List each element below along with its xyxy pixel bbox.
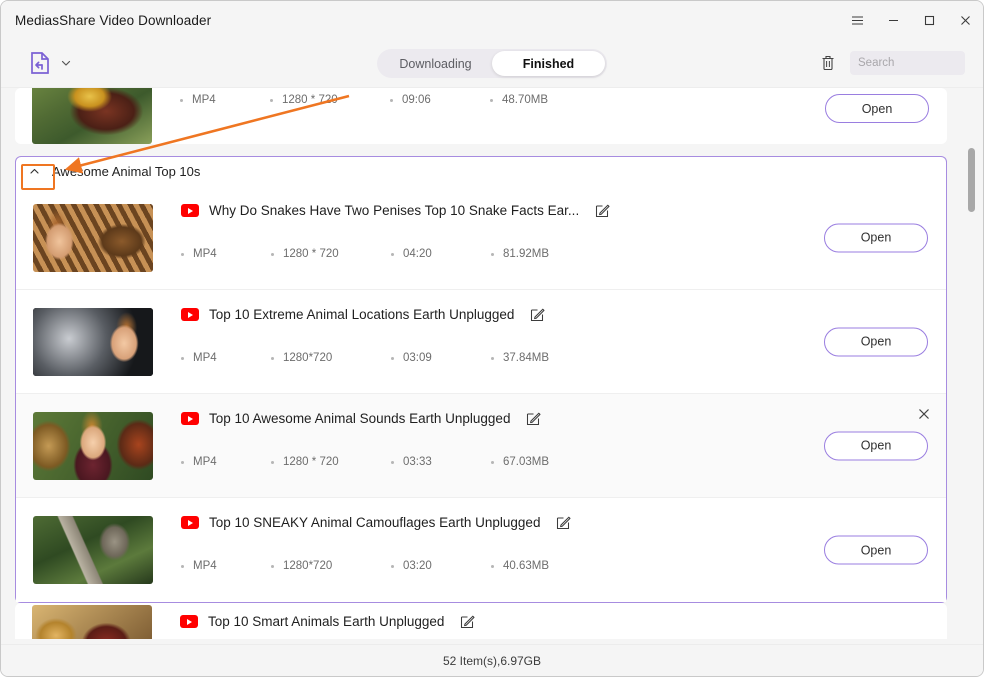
status-text: 52 Item(s),6.97GB (443, 654, 541, 668)
maximize-icon[interactable] (911, 1, 947, 39)
open-button[interactable]: Open (825, 94, 929, 123)
group-title: Awesome Animal Top 10s (52, 164, 200, 179)
tab-finished[interactable]: Finished (492, 51, 605, 76)
tab-downloading[interactable]: Downloading (379, 51, 492, 76)
video-title: Top 10 SNEAKY Animal Camouflages Earth U… (209, 515, 540, 530)
video-thumbnail (33, 204, 153, 272)
video-title: Top 10 Smart Animals Earth Unplugged (208, 614, 444, 629)
trash-icon[interactable] (820, 54, 836, 72)
status-bar: 52 Item(s),6.97GB (1, 644, 983, 676)
file-convert-icon[interactable] (29, 51, 51, 75)
video-thumbnail (33, 516, 153, 584)
meta-size: 40.63MB (503, 560, 549, 572)
youtube-icon (181, 516, 199, 529)
video-title: Top 10 Awesome Animal Sounds Earth Unplu… (209, 411, 510, 426)
video-meta: MP4 1280 * 720 09:06 48.70MB (180, 94, 548, 106)
table-row[interactable]: Top 10 Extreme Animal Locations Earth Un… (16, 290, 946, 394)
toolbar: Downloading Finished (1, 39, 983, 88)
meta-duration: 03:20 (403, 560, 432, 572)
meta-resolution: 1280 * 720 (283, 248, 339, 260)
video-title-row: Top 10 Awesome Animal Sounds Earth Unplu… (181, 411, 541, 426)
menu-icon[interactable] (839, 1, 875, 39)
meta-resolution: 1280*720 (283, 352, 332, 364)
meta-resolution: 1280 * 720 (282, 94, 338, 106)
chevron-down-icon[interactable] (60, 57, 72, 69)
video-thumbnail (33, 412, 153, 480)
open-button[interactable]: Open (824, 431, 928, 460)
list-item[interactable]: MP4 1280 * 720 09:06 48.70MB Open (15, 88, 947, 144)
open-button[interactable]: Open (824, 536, 928, 565)
video-title: Top 10 Extreme Animal Locations Earth Un… (209, 307, 514, 322)
close-icon[interactable] (947, 1, 983, 39)
video-title: Why Do Snakes Have Two Penises Top 10 Sn… (209, 203, 579, 218)
video-meta: MP4 1280*720 03:20 40.63MB (181, 560, 549, 572)
table-row[interactable]: Why Do Snakes Have Two Penises Top 10 Sn… (16, 186, 946, 290)
toolbar-left (1, 51, 72, 75)
meta-resolution: 1280*720 (283, 560, 332, 572)
meta-format: MP4 (193, 248, 217, 260)
meta-duration: 04:20 (403, 248, 432, 260)
table-row[interactable]: Top 10 Awesome Animal Sounds Earth Unplu… (16, 394, 946, 498)
youtube-icon (180, 615, 198, 628)
scrollbar-thumb[interactable] (968, 148, 975, 212)
app-title: MediasShare Video Downloader (15, 13, 211, 28)
meta-size: 81.92MB (503, 248, 549, 260)
app-window: MediasShare Video Downloader (0, 0, 984, 677)
remove-item-icon[interactable] (916, 406, 932, 422)
video-title-row: Top 10 Smart Animals Earth Unplugged (180, 614, 475, 629)
edit-icon[interactable] (526, 411, 541, 426)
video-title-row: Top 10 SNEAKY Animal Camouflages Earth U… (181, 515, 571, 530)
tab-switch: Downloading Finished (377, 49, 607, 78)
edit-icon[interactable] (530, 307, 545, 322)
search-input[interactable] (850, 51, 965, 75)
open-button[interactable]: Open (824, 223, 928, 252)
toolbar-right (820, 51, 965, 75)
meta-duration: 09:06 (402, 94, 431, 106)
meta-format: MP4 (193, 560, 217, 572)
youtube-icon (181, 204, 199, 217)
meta-resolution: 1280 * 720 (283, 456, 339, 468)
video-thumbnail (32, 605, 152, 639)
video-title-row: Why Do Snakes Have Two Penises Top 10 Sn… (181, 203, 610, 218)
youtube-icon (181, 412, 199, 425)
table-row[interactable]: Top 10 SNEAKY Animal Camouflages Earth U… (16, 498, 946, 602)
video-meta: MP4 1280*720 03:09 37.84MB (181, 352, 549, 364)
video-thumbnail (32, 88, 152, 144)
video-meta: MP4 1280 * 720 04:20 81.92MB (181, 248, 549, 260)
group-header[interactable]: Awesome Animal Top 10s (15, 156, 947, 186)
meta-format: MP4 (193, 456, 217, 468)
meta-size: 37.84MB (503, 352, 549, 364)
minimize-icon[interactable] (875, 1, 911, 39)
title-bar: MediasShare Video Downloader (1, 1, 983, 39)
scrollbar[interactable] (967, 88, 976, 644)
edit-icon[interactable] (460, 614, 475, 629)
video-meta: MP4 1280 * 720 03:33 67.03MB (181, 456, 549, 468)
meta-duration: 03:09 (403, 352, 432, 364)
meta-format: MP4 (192, 94, 216, 106)
list-inner: MP4 1280 * 720 09:06 48.70MB Open Awesom… (1, 88, 961, 639)
open-button[interactable]: Open (824, 327, 928, 356)
download-list: MP4 1280 * 720 09:06 48.70MB Open Awesom… (1, 88, 983, 644)
video-title-row: Top 10 Extreme Animal Locations Earth Un… (181, 307, 545, 322)
list-item[interactable]: Top 10 Smart Animals Earth Unplugged (15, 603, 947, 639)
edit-icon[interactable] (595, 203, 610, 218)
video-thumbnail (33, 308, 153, 376)
youtube-icon (181, 308, 199, 321)
group-collapse-chevron[interactable] (16, 158, 52, 186)
meta-format: MP4 (193, 352, 217, 364)
edit-icon[interactable] (556, 515, 571, 530)
meta-size: 48.70MB (502, 94, 548, 106)
meta-size: 67.03MB (503, 456, 549, 468)
meta-duration: 03:33 (403, 456, 432, 468)
group-body: Why Do Snakes Have Two Penises Top 10 Sn… (15, 186, 947, 603)
window-controls (839, 1, 983, 39)
